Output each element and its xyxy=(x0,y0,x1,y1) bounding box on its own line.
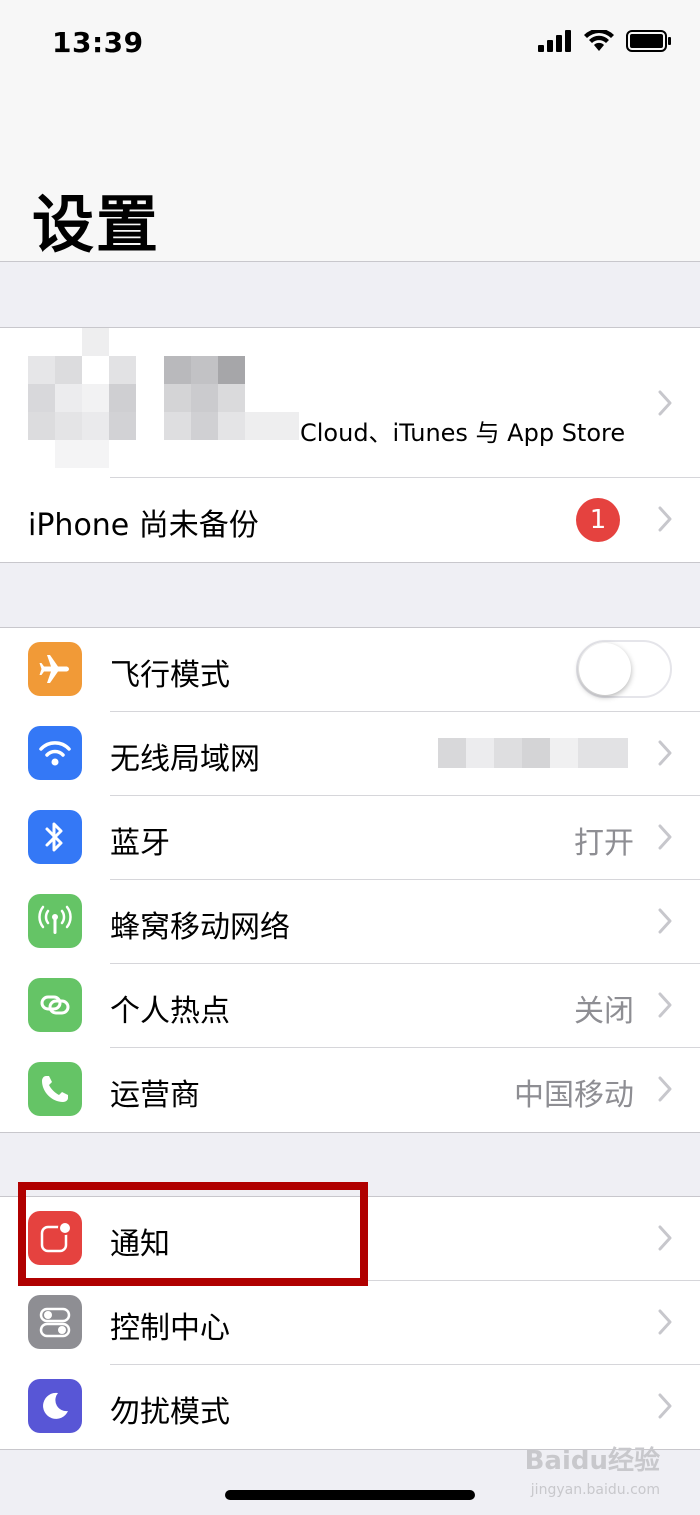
airplane-mode-row[interactable]: 飞行模式 xyxy=(0,628,700,712)
page-title: 设置 xyxy=(32,188,161,261)
chevron-right-icon xyxy=(658,1076,672,1102)
bluetooth-row[interactable]: 蓝牙 打开 xyxy=(0,796,700,880)
control-center-row[interactable]: 控制中心 xyxy=(0,1281,700,1365)
watermark-brand: Baidu经验 xyxy=(524,1446,660,1476)
watermark-url: jingyan.baidu.com xyxy=(530,1482,660,1498)
chevron-right-icon xyxy=(658,506,672,532)
wifi-status-icon xyxy=(584,30,614,51)
airplane-icon xyxy=(28,642,82,696)
chevron-right-icon xyxy=(658,908,672,934)
airplane-mode-label: 飞行模式 xyxy=(110,658,230,693)
apple-id-subtitle: Cloud、iTunes 与 App Store xyxy=(300,419,626,447)
apple-id-row[interactable]: Cloud、iTunes 与 App Store xyxy=(0,328,700,478)
status-icons xyxy=(538,30,672,52)
control-center-label: 控制中心 xyxy=(110,1311,230,1346)
carrier-value: 中国移动 xyxy=(514,1078,634,1113)
status-bar: 13:39 xyxy=(0,0,700,90)
signal-icon xyxy=(538,30,571,52)
wifi-icon xyxy=(28,726,82,780)
home-indicator[interactable] xyxy=(225,1490,475,1500)
wifi-label: 无线局域网 xyxy=(110,742,260,777)
airplane-mode-toggle[interactable] xyxy=(576,640,672,698)
bluetooth-icon xyxy=(28,810,82,864)
chevron-right-icon xyxy=(658,1393,672,1419)
battery-icon xyxy=(626,30,671,52)
cellular-row[interactable]: 蜂窝移动网络 xyxy=(0,880,700,964)
wifi-network-redacted xyxy=(410,738,630,768)
bluetooth-label: 蓝牙 xyxy=(110,826,170,861)
chevron-right-icon xyxy=(658,740,672,766)
cellular-icon xyxy=(28,894,82,948)
hotspot-value: 关闭 xyxy=(574,994,634,1029)
bluetooth-value: 打开 xyxy=(574,826,634,861)
hotspot-row[interactable]: 个人热点 关闭 xyxy=(0,964,700,1048)
account-group: Cloud、iTunes 与 App Store iPhone 尚未备份 1 xyxy=(0,327,700,563)
status-time: 13:39 xyxy=(52,26,144,59)
chevron-right-icon xyxy=(658,1225,672,1251)
wifi-row[interactable]: 无线局域网 xyxy=(0,712,700,796)
chevron-right-icon xyxy=(658,992,672,1018)
nav-bar: 设置 xyxy=(0,90,700,262)
control-center-icon xyxy=(28,1295,82,1349)
backup-label: iPhone 尚未备份 xyxy=(28,508,259,543)
avatar xyxy=(28,328,138,468)
chevron-right-icon xyxy=(658,390,672,416)
carrier-label: 运营商 xyxy=(110,1078,200,1113)
carrier-row[interactable]: 运营商 中国移动 xyxy=(0,1048,700,1132)
do-not-disturb-label: 勿扰模式 xyxy=(110,1395,230,1430)
highlight-annotation xyxy=(18,1182,368,1286)
do-not-disturb-row[interactable]: 勿扰模式 xyxy=(0,1365,700,1449)
hotspot-label: 个人热点 xyxy=(110,994,230,1029)
chevron-right-icon xyxy=(658,824,672,850)
moon-icon xyxy=(28,1379,82,1433)
cellular-label: 蜂窝移动网络 xyxy=(110,910,290,945)
connectivity-group: 飞行模式 无线局域网 蓝牙 打开 蜂窝移动网络 个人热点 关闭 运营商 中国移动 xyxy=(0,627,700,1133)
hotspot-icon xyxy=(28,978,82,1032)
backup-row[interactable]: iPhone 尚未备份 1 xyxy=(0,478,700,562)
backup-badge: 1 xyxy=(576,498,620,542)
phone-icon xyxy=(28,1062,82,1116)
chevron-right-icon xyxy=(658,1309,672,1335)
